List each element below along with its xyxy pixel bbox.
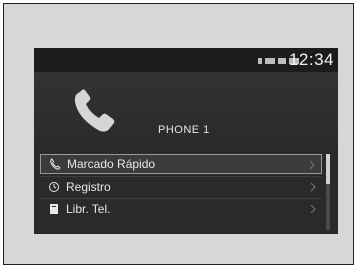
menu-item-label: Marcado Rápido — [67, 157, 156, 171]
scroll-thumb[interactable] — [326, 154, 330, 184]
phonebook-icon — [46, 202, 62, 216]
figure-frame: 12:34 PHONE 1 Marcado Rápido Registro Li… — [3, 3, 354, 265]
clock: 12:34 — [288, 50, 334, 69]
chevron-right-icon — [310, 204, 316, 214]
status-bar: 12:34 — [34, 48, 338, 72]
menu-item-label: Libr. Tel. — [66, 202, 111, 216]
phone-header: PHONE 1 — [34, 72, 338, 152]
menu-item-label: Registro — [66, 180, 111, 194]
speed-dial-icon — [47, 157, 63, 171]
menu-item-speed-dial[interactable]: Marcado Rápido — [40, 154, 322, 174]
chevron-right-icon — [309, 160, 315, 170]
history-icon — [46, 180, 62, 194]
menu-item-history[interactable]: Registro — [40, 177, 322, 197]
phone-screen: 12:34 PHONE 1 Marcado Rápido Registro Li… — [34, 48, 338, 234]
device-name: PHONE 1 — [158, 124, 210, 136]
chevron-right-icon — [310, 182, 316, 192]
menu-item-phonebook[interactable]: Libr. Tel. — [40, 199, 322, 219]
scrollbar[interactable] — [326, 154, 330, 230]
phone-handset-icon — [74, 89, 115, 132]
